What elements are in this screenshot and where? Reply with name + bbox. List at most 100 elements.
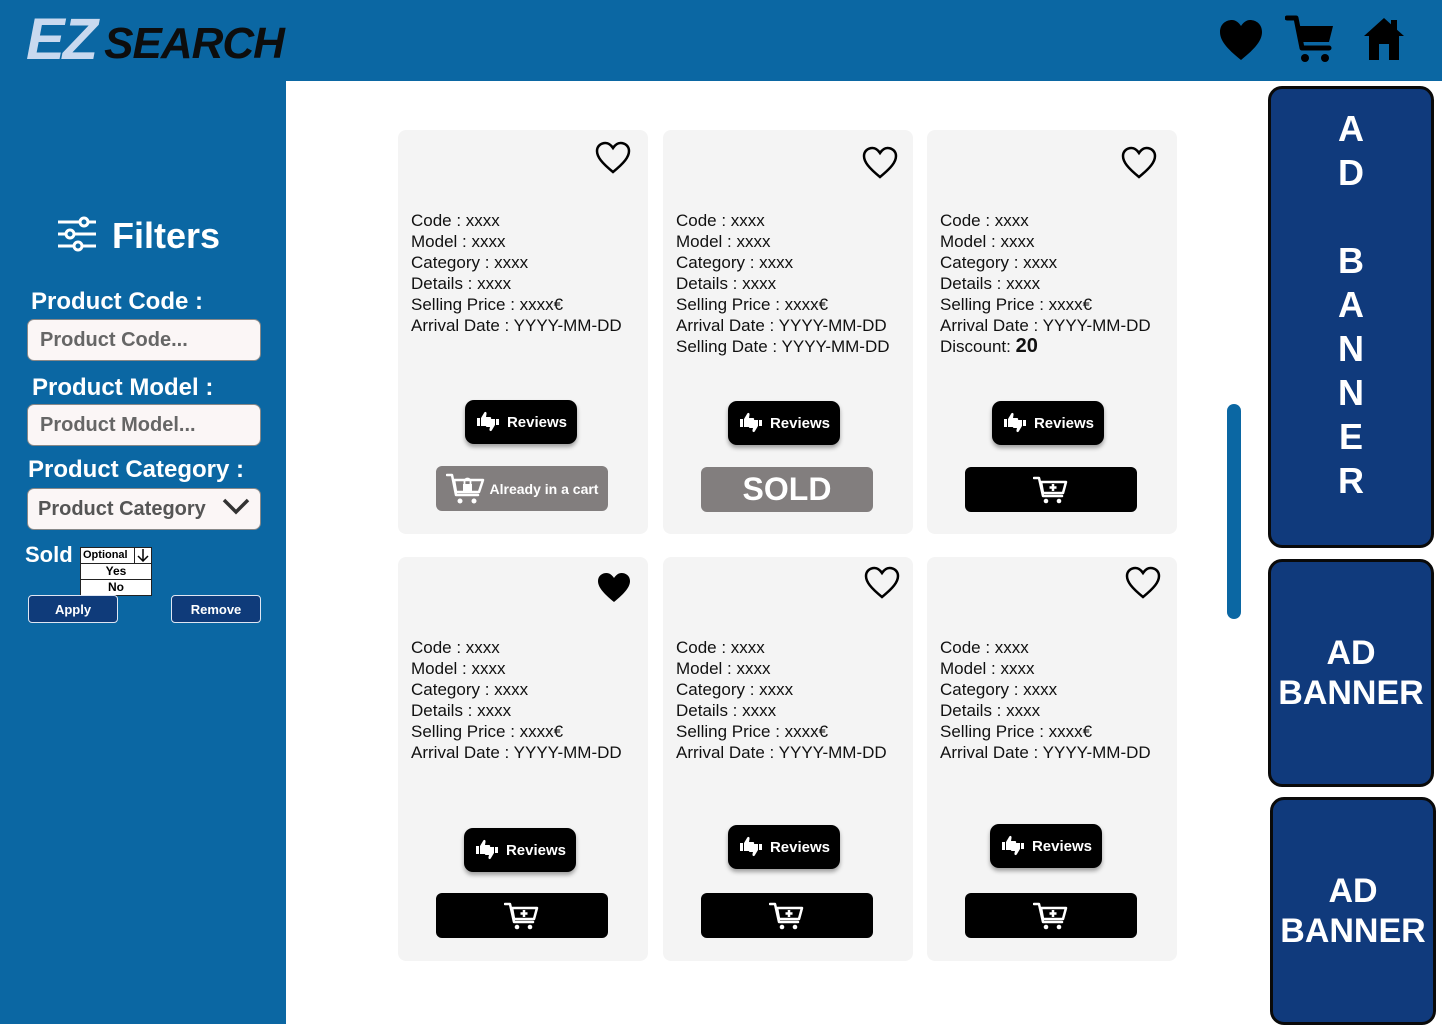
reviews-label: Reviews [505,841,567,859]
sold-dropdown[interactable]: Optional Yes No [80,547,152,596]
product-info-line: Arrival Date : YYYY-MM-DD [411,743,622,762]
product-info-line: Arrival Date : YYYY-MM-DD [676,743,887,762]
filters-title: Filters [112,215,221,256]
product-info-line: Selling Price : xxxx€ [411,722,564,741]
ad-banner-2-line1: AD [1326,634,1376,672]
ad-banner-vertical-text: ADBANNER [1271,107,1431,503]
product-model-input[interactable] [27,404,261,446]
reviews-label: Reviews [1031,837,1093,855]
add-to-cart-button[interactable] [965,467,1137,512]
ad-letter: A [1338,284,1364,325]
product-category-select[interactable]: Product Category [27,488,261,530]
sold-label: Sold [25,542,73,567]
discount-line: Discount: 20 [940,336,1151,357]
product-info-line: Category : xxxx [411,253,529,272]
thumbs-up-down-icon [738,835,770,859]
scrollbar-thumb[interactable] [1227,404,1241,619]
sold-label: SOLD [742,471,832,507]
reviews-label: Reviews [506,413,568,431]
cart-plus-icon [769,901,805,931]
product-info-line: Selling Price : xxxx€ [940,722,1093,741]
product-info-line: Model : xxxx [411,232,506,251]
product-card: Code : xxxx Model : xxxx Category : xxxx De… [398,557,648,961]
product-code-label: Product Code : [31,288,203,315]
product-info-line: Code : xxxx [676,638,765,657]
product-info-line: Model : xxxx [676,659,771,678]
product-info-line: Model : xxxx [940,659,1035,678]
reviews-button[interactable]: Reviews [728,825,840,869]
reviews-button[interactable]: Reviews [992,401,1104,445]
sold-option-no[interactable]: No [81,579,151,595]
product-info-line: Arrival Date : YYYY-MM-DD [411,316,622,335]
product-card: Code : xxxx Model : xxxx Category : xxxx De… [663,130,913,534]
cart-plus-icon [1033,901,1069,931]
product-model-label: Product Model : [32,374,214,401]
product-info-line: Details : xxxx [411,701,512,720]
product-info: Code : xxxx Model : xxxx Category : xxxx De… [940,637,1151,763]
sliders-icon [56,216,98,257]
product-info-line: Code : xxxx [411,638,500,657]
discount-label: Discount: [940,337,1011,356]
add-to-cart-button[interactable] [436,893,608,938]
arrow-down-icon [134,548,151,563]
product-info-line: Selling Price : xxxx€ [676,295,829,314]
remove-button[interactable]: Remove [171,595,261,623]
heart-outline-icon[interactable] [1120,145,1158,181]
heart-outline-icon[interactable] [863,565,901,601]
sold-selected-value: Optional [83,549,128,561]
chevron-down-icon [222,497,250,521]
product-info-line: Code : xxxx [940,211,1029,230]
heart-outline-icon[interactable] [594,140,632,176]
ad-banner-2[interactable]: AD BANNER [1268,559,1434,787]
product-info-line: Category : xxxx [940,253,1058,272]
favorites-heart-icon[interactable] [1216,14,1266,66]
sold-button[interactable]: SOLD [701,467,873,512]
reviews-button[interactable]: Reviews [465,400,577,444]
already-in-cart-button[interactable]: Already in a cart [436,466,608,511]
ad-banner-3[interactable]: AD BANNER [1270,797,1436,1025]
product-info-line: Arrival Date : YYYY-MM-DD [940,743,1151,762]
product-card: Code : xxxx Model : xxxx Category : xxxx De… [663,557,913,961]
product-info-line: Category : xxxx [676,253,794,272]
ad-letter: R [1338,460,1364,501]
product-info-line: Code : xxxx [940,638,1029,657]
ad-banner-vertical[interactable]: ADBANNER [1268,86,1434,548]
heart-outline-icon[interactable] [861,145,899,181]
home-icon[interactable] [1360,14,1410,66]
reviews-button[interactable]: Reviews [728,401,840,445]
ad-banner-3-text: AD BANNER [1280,871,1425,951]
reviews-label: Reviews [769,838,831,856]
discount-value: 20 [1015,335,1038,357]
product-category-label: Product Category : [28,456,245,483]
sold-dropdown-selected[interactable]: Optional [81,548,151,563]
filters-heading: Filters [56,215,220,257]
product-code-input[interactable] [27,319,261,361]
reviews-label: Reviews [1033,414,1095,432]
sold-option-yes[interactable]: Yes [81,563,151,579]
apply-button[interactable]: Apply [28,595,118,623]
logo[interactable]: EZ SEARCH [26,6,285,72]
reviews-button[interactable]: Reviews [464,828,576,872]
ad-letter: B [1338,240,1364,281]
product-card: Code : xxxx Model : xxxx Category : xxxx De… [398,130,648,534]
add-to-cart-button[interactable] [701,893,873,938]
product-card: Code : xxxx Model : xxxx Category : xxxx De… [927,130,1177,534]
product-info-line: Details : xxxx [940,701,1041,720]
product-info-line: Category : xxxx [940,680,1058,699]
thumbs-up-down-icon [475,410,507,434]
product-info-line: Details : xxxx [676,701,777,720]
thumbs-up-down-icon [474,838,506,862]
top-bar: EZ SEARCH [0,0,1442,81]
product-info: Code : xxxx Model : xxxx Category : xxxx De… [411,637,622,763]
cart-icon[interactable] [1284,14,1335,66]
logo-ez: EZ [26,7,98,72]
heart-filled-icon[interactable] [595,570,633,606]
ad-banner-2-text: AD BANNER [1278,633,1423,713]
add-to-cart-button[interactable] [965,893,1137,938]
product-info-line: Code : xxxx [411,211,500,230]
product-info-line: Selling Price : xxxx€ [676,722,829,741]
reviews-button[interactable]: Reviews [990,824,1102,868]
thumbs-up-down-icon [1000,834,1032,858]
already-in-cart-label: Already in a cart [489,480,599,497]
heart-outline-icon[interactable] [1124,565,1162,601]
